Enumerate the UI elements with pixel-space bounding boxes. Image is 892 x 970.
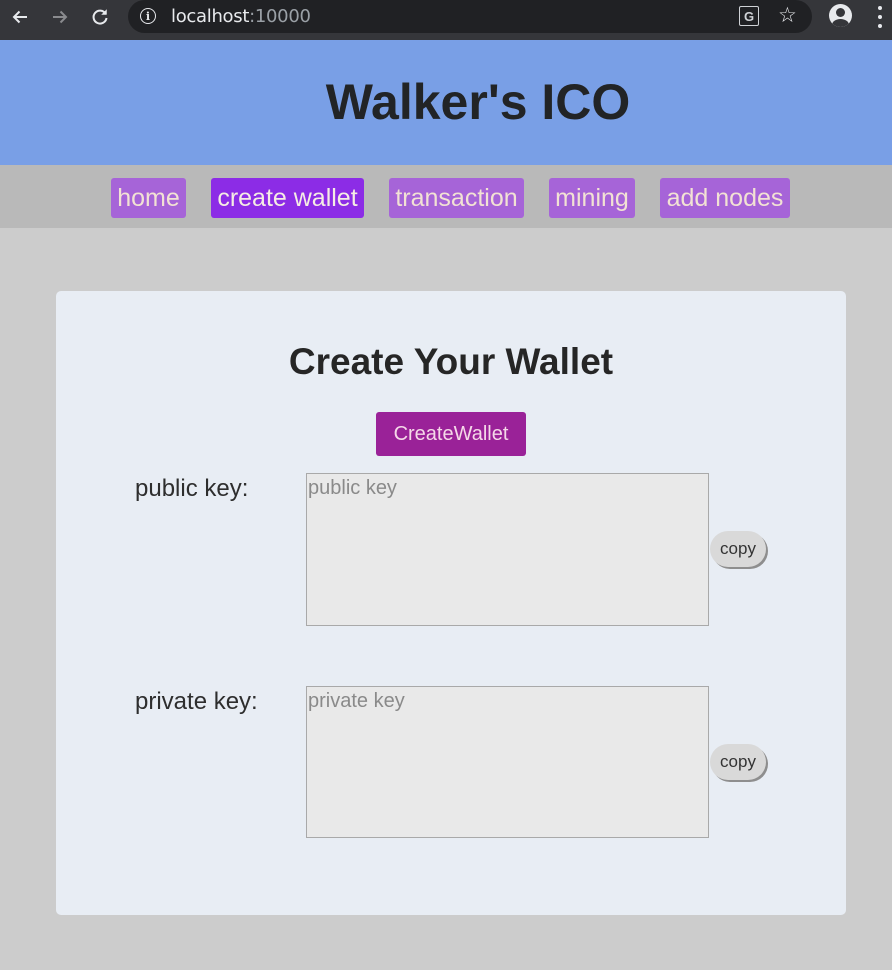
private-key-field[interactable]	[306, 686, 709, 838]
wallet-card: Create Your Wallet CreateWallet public k…	[56, 291, 846, 915]
copy-private-key-button[interactable]: copy	[710, 744, 766, 780]
translate-icon[interactable]: G	[739, 6, 759, 26]
nav-create-wallet[interactable]: create wallet	[211, 178, 364, 218]
nav-home[interactable]: home	[111, 178, 186, 218]
main-nav: home create wallet transaction mining ad…	[0, 165, 892, 228]
address-bar[interactable]: i localhost:10000 G ☆	[128, 0, 812, 33]
copy-public-key-button[interactable]: copy	[710, 531, 766, 567]
private-key-label: private key:	[135, 688, 258, 715]
nav-mining[interactable]: mining	[549, 178, 635, 218]
back-icon[interactable]	[7, 4, 33, 30]
public-key-label: public key:	[135, 475, 249, 502]
public-key-field[interactable]	[306, 473, 709, 626]
reload-icon[interactable]	[87, 4, 113, 30]
forward-icon[interactable]	[47, 4, 73, 30]
create-wallet-button[interactable]: CreateWallet	[376, 412, 526, 456]
star-icon[interactable]: ☆	[778, 3, 797, 28]
browser-toolbar: i localhost:10000 G ☆	[0, 0, 892, 40]
url-text[interactable]: localhost:10000	[171, 6, 311, 27]
nav-transaction[interactable]: transaction	[389, 178, 524, 218]
card-title: Create Your Wallet	[288, 341, 614, 382]
site-header: Walker's ICO	[0, 40, 892, 165]
profile-icon[interactable]	[829, 4, 852, 27]
kebab-menu-icon[interactable]	[877, 6, 883, 28]
nav-add-nodes[interactable]: add nodes	[660, 178, 790, 218]
site-title: Walker's ICO	[325, 74, 631, 130]
info-icon[interactable]: i	[140, 8, 156, 24]
